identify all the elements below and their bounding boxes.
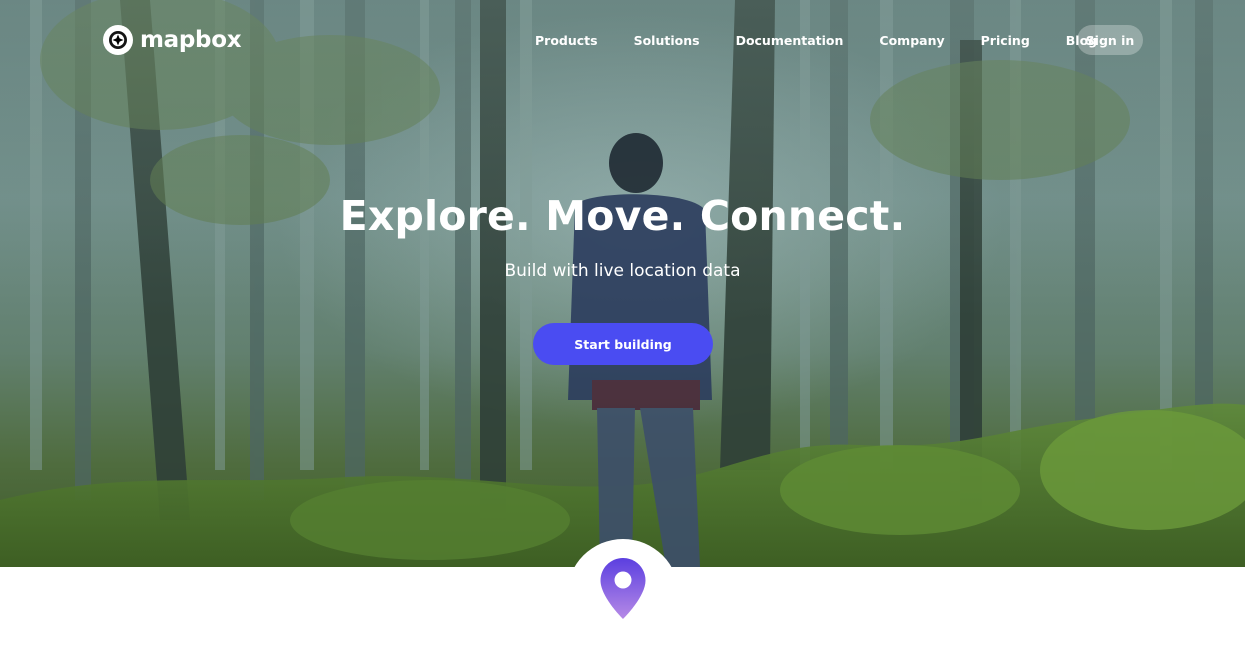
mapbox-compass-icon xyxy=(103,25,133,55)
hero-subheadline: Build with live location data xyxy=(504,261,741,281)
mapbox-logo[interactable]: mapbox xyxy=(103,25,242,55)
location-pin-icon xyxy=(600,558,646,619)
nav-item-products[interactable]: Products xyxy=(535,33,598,48)
nav-item-pricing[interactable]: Pricing xyxy=(981,33,1030,48)
hero-headline: Explore. Move. Connect. xyxy=(339,192,906,240)
hero-section xyxy=(0,0,1245,567)
nav-item-company[interactable]: Company xyxy=(879,33,944,48)
sign-in-button[interactable]: Sign in xyxy=(1077,25,1143,55)
nav-item-solutions[interactable]: Solutions xyxy=(634,33,700,48)
forest-background-image xyxy=(0,0,1245,567)
brand-name: mapbox xyxy=(140,27,242,53)
nav-item-documentation[interactable]: Documentation xyxy=(736,33,844,48)
primary-nav: Products Solutions Documentation Company… xyxy=(535,26,1133,54)
start-building-button[interactable]: Start building xyxy=(533,323,713,365)
top-navigation: mapbox Products Solutions Documentation … xyxy=(0,0,1245,80)
